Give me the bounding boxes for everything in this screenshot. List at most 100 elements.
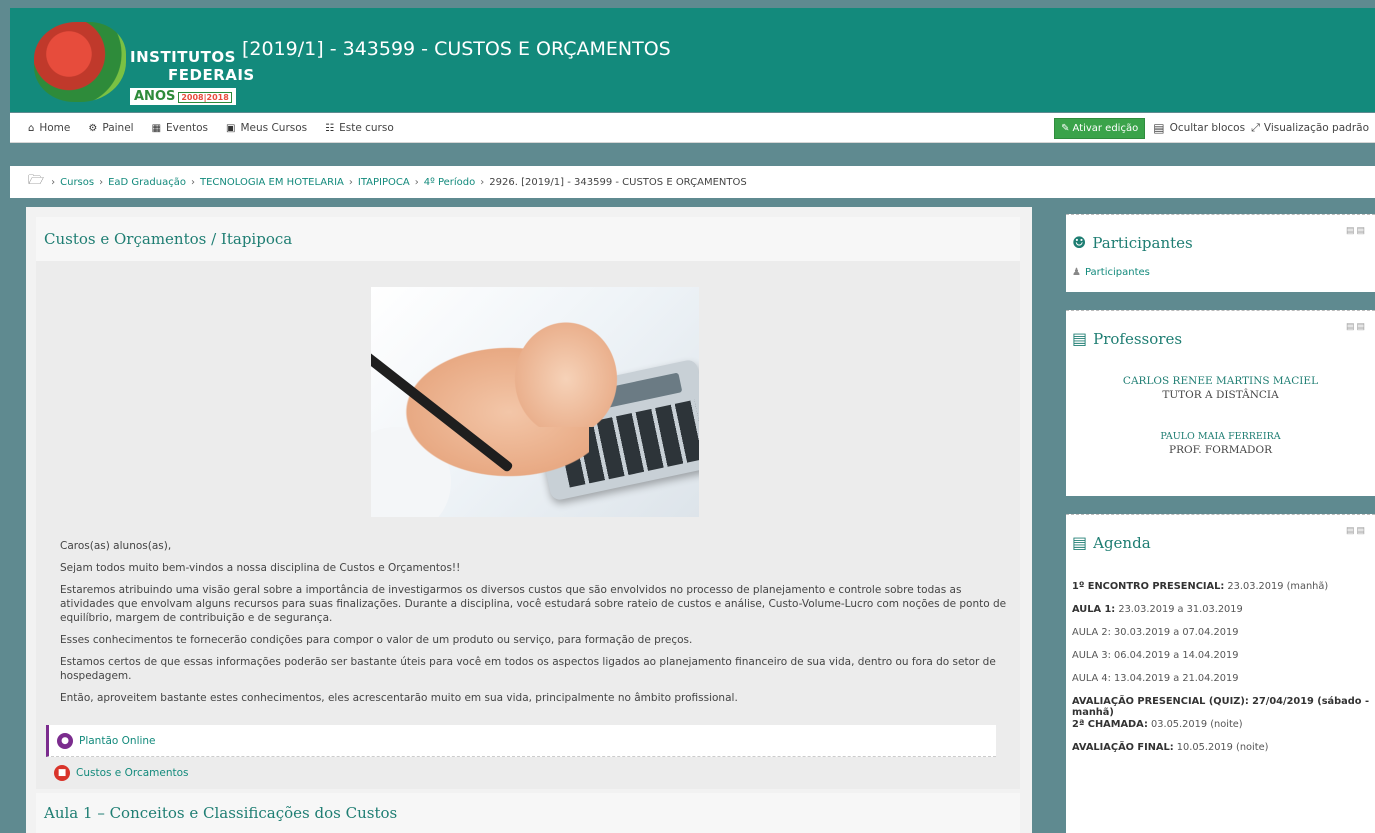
agenda-item-label: 2ª CHAMADA: — [1072, 719, 1148, 730]
breadcrumb-separator: › — [480, 176, 485, 188]
activity-custos-orcamentos-link[interactable]: Custos e Orcamentos — [76, 767, 189, 779]
nav-home[interactable]: ⌂ Home — [28, 122, 70, 134]
breadcrumb-separator: › — [348, 176, 353, 188]
breadcrumb-periodo[interactable]: 4º Período — [424, 177, 476, 188]
block-agenda: ▤▤ ▤ Agenda 1º ENCONTRO PRESENCIAL: 23.03… — [1066, 514, 1375, 833]
agenda-item-value: AULA 3: 06.04.2019 a 14.04.2019 — [1072, 650, 1239, 661]
activity-plantao-online[interactable]: ● Plantão Online — [46, 725, 996, 757]
paragraph: Esses conhecimentos te fornecerão condiç… — [60, 634, 693, 646]
activity-plantao-online-link[interactable]: Plantão Online — [79, 735, 156, 747]
nav-home-label: Home — [39, 122, 71, 134]
default-view-button[interactable]: ⤢ Visualização padrão — [1251, 121, 1369, 135]
calculator-hands-image — [371, 287, 699, 517]
agenda-item: 1º ENCONTRO PRESENCIAL: 23.03.2019 (manh… — [1072, 581, 1375, 604]
agenda-item-value: AULA 2: 30.03.2019 a 07.04.2019 — [1072, 627, 1239, 638]
paragraph: Estaremos atribuindo uma visão geral sob… — [60, 584, 1007, 624]
block-controls-icon[interactable]: ▤▤ — [1346, 225, 1367, 236]
agenda-item: AVALIAÇÃO FINAL: 10.05.2019 (noite) — [1072, 742, 1375, 765]
agenda-item-value: 23.03.2019 a 31.03.2019 — [1115, 604, 1243, 615]
site-header: INSTITUTOS FEDERAIS ANOS 2008|2018 [2019/… — [10, 8, 1375, 112]
nav-este-curso[interactable]: ☷ Este curso — [325, 122, 394, 134]
nav-meus-cursos[interactable]: ▣ Meus Cursos — [226, 122, 307, 134]
agenda-item: AULA 1: 23.03.2019 a 31.03.2019 — [1072, 604, 1375, 627]
hide-blocks-button[interactable]: ▤ Ocultar blocos — [1153, 121, 1245, 135]
default-view-label: Visualização padrão — [1263, 122, 1369, 134]
course-content: Custos e Orçamentos / Itapipoca Caros(as… — [26, 207, 1032, 833]
breadcrumb-separator: › — [51, 176, 56, 188]
professor-1-name: CARLOS RENEE MARTINS MACIEL — [1122, 375, 1319, 387]
enable-editing-button[interactable]: ✎ Ativar edição — [1054, 117, 1146, 139]
block-participants-title: Participantes — [1092, 233, 1193, 252]
agenda-item: AVALIAÇÃO PRESENCIAL (QUIZ): 27/04/2019 … — [1072, 696, 1375, 719]
paragraph: Estamos certos de que essas informações … — [60, 656, 996, 682]
briefcase-icon: ▣ — [226, 122, 236, 134]
chat-icon: ● — [57, 732, 73, 749]
edit-icon: ✎ — [1061, 122, 1070, 134]
breadcrumb-separator: › — [190, 176, 195, 188]
breadcrumb-separator: › — [99, 176, 104, 188]
professor-1-role: TUTOR A DISTÂNCIA — [1162, 389, 1279, 401]
nav-actions: ✎ Ativar edição ▤ Ocultar blocos ⤢ Visualiz… — [1054, 113, 1375, 143]
agenda-list: 1º ENCONTRO PRESENCIAL: 23.03.2019 (manh… — [1072, 581, 1375, 765]
nav-eventos-label: Eventos — [166, 122, 209, 134]
list-icon: ▤ — [1072, 533, 1088, 552]
logo-years: 2008|2018 — [178, 92, 232, 103]
block-professors: ▤▤ ▤ Professores CARLOS RENEE MARTINS MAC… — [1066, 310, 1375, 496]
participants-link[interactable]: ♟ Participantes — [1072, 267, 1150, 278]
course-title: [2019/1] - 343599 - CUSTOS E ORÇAMENTOS — [242, 38, 671, 60]
block-controls-icon[interactable]: ▤▤ — [1346, 525, 1367, 536]
agenda-item-label: AULA 1: — [1072, 604, 1116, 615]
nav-painel[interactable]: ⚙ Painel — [88, 122, 133, 134]
enable-editing-label: Ativar edição — [1072, 122, 1139, 134]
logo-text-line1: INSTITUTOS — [130, 48, 236, 66]
agenda-item-label: AVALIAÇÃO FINAL: — [1072, 742, 1174, 753]
breadcrumb-tecnologia-hotelaria[interactable]: TECNOLOGIA EM HOTELARIA — [200, 177, 344, 188]
section-title[interactable]: Custos e Orçamentos / Itapipoca — [36, 217, 1020, 261]
nav-meus-cursos-label: Meus Cursos — [240, 122, 308, 134]
welcome-text: Caros(as) alunos(as), Sejam todos muito … — [60, 539, 1010, 713]
nav-este-curso-label: Este curso — [339, 122, 394, 134]
block-controls-icon[interactable]: ▤▤ — [1346, 321, 1367, 332]
nav-menu: ⌂ Home ⚙ Painel ▦ Eventos ▣ Meus Cursos ☷ Est… — [10, 113, 394, 143]
professor-2-role: PROF. FORMADOR — [1169, 444, 1272, 456]
pdf-icon: ■ — [54, 765, 70, 781]
breadcrumb-current: 2926. [2019/1] - 343599 - CUSTOS E ORÇAM… — [489, 176, 747, 188]
logo-emblem-icon — [34, 22, 126, 102]
navbar: ⌂ Home ⚙ Painel ▦ Eventos ▣ Meus Cursos ☷ Est… — [10, 113, 1375, 143]
logo-text-line2: FEDERAIS — [168, 66, 255, 84]
section-aula-1-title[interactable]: Aula 1 – Conceitos e Classificações dos … — [36, 793, 1020, 833]
block-agenda-head: ▤ Agenda — [1066, 515, 1375, 552]
folder-open-icon: 🗁 — [28, 173, 45, 188]
block-professors-head: ▤ Professores — [1066, 311, 1375, 348]
paragraph: Então, aproveitem bastante estes conheci… — [60, 692, 738, 704]
agenda-item-label: AVALIAÇÃO PRESENCIAL (QUIZ): 27/04/2019 … — [1072, 696, 1370, 718]
activity-custos-orcamentos[interactable]: ■ Custos e Orcamentos — [54, 765, 189, 781]
columns-icon: ▤ — [1153, 121, 1165, 135]
breadcrumb-ead-graduacao[interactable]: EaD Graduação — [108, 177, 186, 188]
paragraph: Sejam todos muito bem-vindos a nossa dis… — [60, 562, 461, 574]
agenda-item-value: 23.03.2019 (manhã) — [1224, 581, 1329, 592]
breadcrumb-cursos[interactable]: Cursos — [60, 177, 94, 188]
image-hand-right — [501, 307, 631, 427]
home-icon: ⌂ — [28, 122, 35, 134]
agenda-item: AULA 3: 06.04.2019 a 14.04.2019 — [1072, 650, 1375, 673]
calendar-icon: ▦ — [151, 122, 162, 134]
agenda-item: 2ª CHAMADA: 03.05.2019 (noite) — [1072, 719, 1375, 742]
users-icon: ☻ — [1072, 233, 1087, 252]
hide-blocks-label: Ocultar blocos — [1169, 122, 1246, 134]
nav-painel-label: Painel — [102, 122, 134, 134]
dashboard-icon: ⚙ — [88, 122, 98, 134]
breadcrumb-itapipoca[interactable]: ITAPIPOCA — [358, 177, 410, 188]
list-icon: ▤ — [1072, 329, 1088, 348]
logo-anos: ANOS 2008|2018 — [130, 88, 236, 105]
block-agenda-title: Agenda — [1093, 533, 1151, 552]
agenda-item-value: AULA 4: 13.04.2019 a 21.04.2019 — [1072, 673, 1239, 684]
institutos-federais-logo[interactable]: INSTITUTOS FEDERAIS ANOS 2008|2018 — [34, 18, 254, 106]
agenda-item-label: 1º ENCONTRO PRESENCIAL: — [1072, 581, 1225, 592]
agenda-item: AULA 2: 30.03.2019 a 07.04.2019 — [1072, 627, 1375, 650]
participants-link-label[interactable]: Participantes — [1085, 267, 1150, 278]
user-icon: ♟ — [1072, 267, 1081, 278]
block-participants-head: ☻ Participantes — [1066, 215, 1375, 252]
sitemap-icon: ☷ — [325, 122, 335, 134]
nav-eventos[interactable]: ▦ Eventos — [152, 122, 208, 134]
